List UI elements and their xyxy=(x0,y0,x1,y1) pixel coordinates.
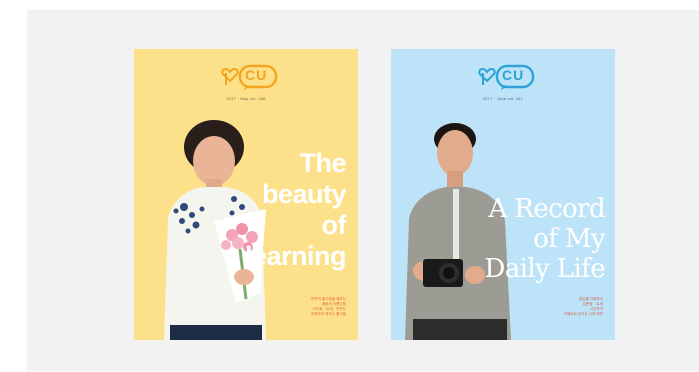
headline: The beauty of learning xyxy=(244,148,347,271)
magazine-cover-daily-life[interactable]: CU 2017 · June vol. 181 A Record of My D… xyxy=(391,49,615,340)
headline: A Record of My Daily Life xyxy=(484,194,605,284)
magazine-cover-learning[interactable]: CU 2017 · May vol. 180 The beauty of lea… xyxy=(134,49,358,340)
cover-blurb: 만학의 즐거움을 배우다 배움의 아름다움 이주희 · 61세 · 만학도 하루… xyxy=(310,297,346,316)
cover-blurb: 일상을 기록하다 김준영 · 31세 사진작가 카메라로 남기는 나의 하루 xyxy=(563,297,603,316)
